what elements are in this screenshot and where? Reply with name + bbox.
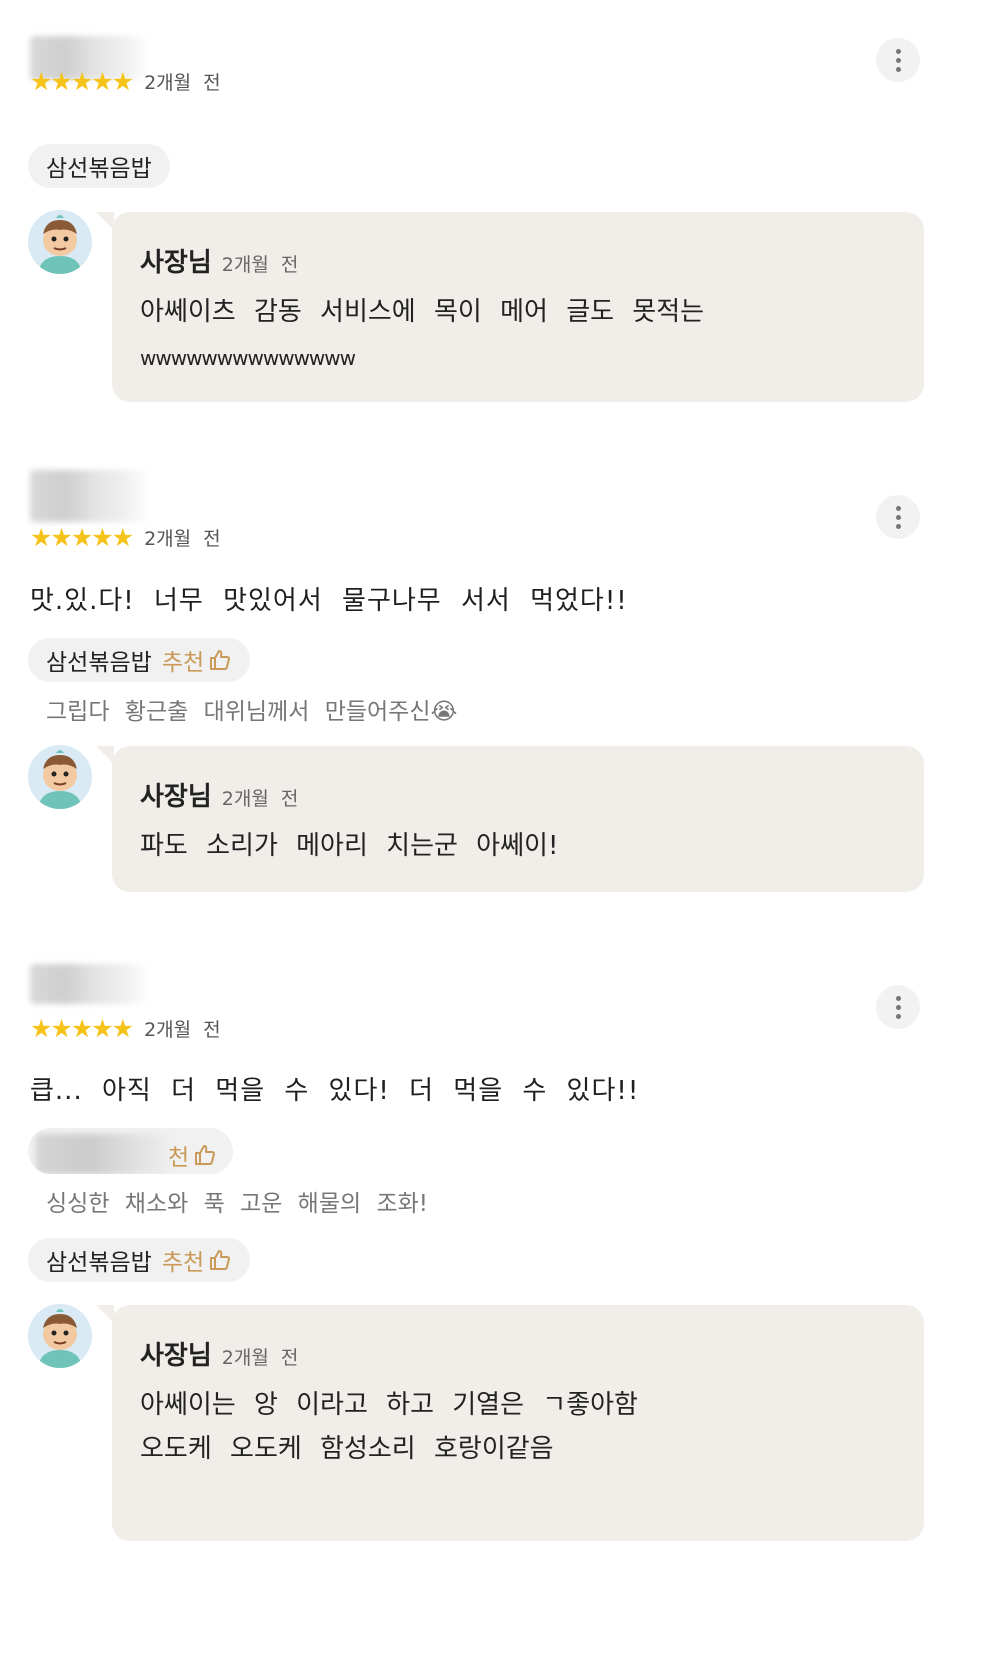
star-rating: ★★★★★ <box>30 67 134 96</box>
star-rating: ★★★★★ <box>30 1014 134 1043</box>
owner-avatar <box>28 1304 92 1368</box>
more-vertical-icon <box>895 48 901 54</box>
recommend-label: 추천 <box>161 1250 205 1276</box>
owner-reply-line: wwwwwwwwwwwwww <box>140 346 356 370</box>
menu-chip: 삼선볶음밥 추천 <box>28 1238 251 1282</box>
review-time: 2개월 전 <box>144 1019 221 1041</box>
owner-reply: 사장님 2개월 전 아쎄이츠 감동 서비스에 목이 메어 글도 못적는 wwww… <box>112 212 924 402</box>
rating-row: ★★★★★ 2개월 전 <box>30 68 221 95</box>
reviewer-name-blurred <box>30 470 150 522</box>
more-options-button[interactable] <box>876 38 920 82</box>
owner-name: 사장님 <box>140 248 212 278</box>
more-options-button[interactable] <box>876 985 920 1029</box>
review-time: 2개월 전 <box>144 528 221 550</box>
owner-reply-line: 파도 소리가 메아리 치는군 아쎄이! <box>140 831 559 861</box>
review-text: 맛.있.다! 너무 맛있어서 물구나무 서서 먹었다!! <box>30 586 628 616</box>
owner-reply-time: 2개월 전 <box>221 254 299 276</box>
menu-name-blurred <box>36 1134 171 1174</box>
recommend-badge: 추천 <box>162 1243 232 1277</box>
more-vertical-icon <box>895 995 901 1001</box>
menu-name: 삼선볶음밥 <box>46 156 152 182</box>
recommend-label: 천 <box>168 1145 190 1171</box>
owner-reply-header: 사장님 2개월 전 <box>140 242 298 279</box>
menu-comment: 싱싱한 채소와 푹 고운 해물의 조화! <box>46 1191 429 1217</box>
review-text: 큽... 아직 더 먹을 수 있다! 더 먹을 수 있다!! <box>30 1076 640 1106</box>
owner-reply-line: 오도케 오도케 함성소리 호랑이같음 <box>140 1434 554 1464</box>
reviewer-name-blurred <box>30 964 150 1004</box>
owner-reply-time: 2개월 전 <box>221 788 299 810</box>
owner-name: 사장님 <box>140 782 212 812</box>
menu-chip: 삼선볶음밥 <box>28 144 170 188</box>
owner-reply-header: 사장님 2개월 전 <box>140 1335 298 1372</box>
review-time: 2개월 전 <box>144 72 221 94</box>
owner-reply-line: 아쎄이츠 감동 서비스에 목이 메어 글도 못적는 <box>140 297 705 327</box>
thumbs-up-icon <box>195 1145 216 1165</box>
menu-chip: 천 <box>28 1128 233 1174</box>
menu-chip: 삼선볶음밥 추천 <box>28 638 251 682</box>
owner-reply-time: 2개월 전 <box>221 1347 299 1369</box>
star-rating: ★★★★★ <box>30 523 134 552</box>
thumbs-up-icon <box>210 650 231 670</box>
menu-name: 삼선볶음밥 <box>46 650 152 676</box>
recommend-badge: 추천 <box>162 643 232 677</box>
thumbs-up-icon <box>210 1250 231 1270</box>
owner-name: 사장님 <box>140 1341 212 1371</box>
owner-avatar <box>28 210 92 274</box>
recommend-label: 추천 <box>161 650 205 676</box>
more-options-button[interactable] <box>876 495 920 539</box>
owner-reply-header: 사장님 2개월 전 <box>140 776 298 813</box>
owner-reply: 사장님 2개월 전 아쎄이는 앙 이라고 하고 기열은 ㄱ좋아함 오도케 오도케… <box>112 1305 924 1541</box>
owner-avatar <box>28 745 92 809</box>
owner-reply: 사장님 2개월 전 파도 소리가 메아리 치는군 아쎄이! <box>112 746 924 892</box>
rating-row: ★★★★★ 2개월 전 <box>30 524 221 551</box>
recommend-badge: 천 <box>168 1138 217 1172</box>
owner-reply-line: 아쎄이는 앙 이라고 하고 기열은 ㄱ좋아함 <box>140 1390 638 1420</box>
rating-row: ★★★★★ 2개월 전 <box>30 1015 221 1042</box>
more-vertical-icon <box>895 505 901 511</box>
menu-name: 삼선볶음밥 <box>46 1250 152 1276</box>
menu-comment: 그립다 황근출 대위님께서 만들어주신😭 <box>46 699 458 725</box>
